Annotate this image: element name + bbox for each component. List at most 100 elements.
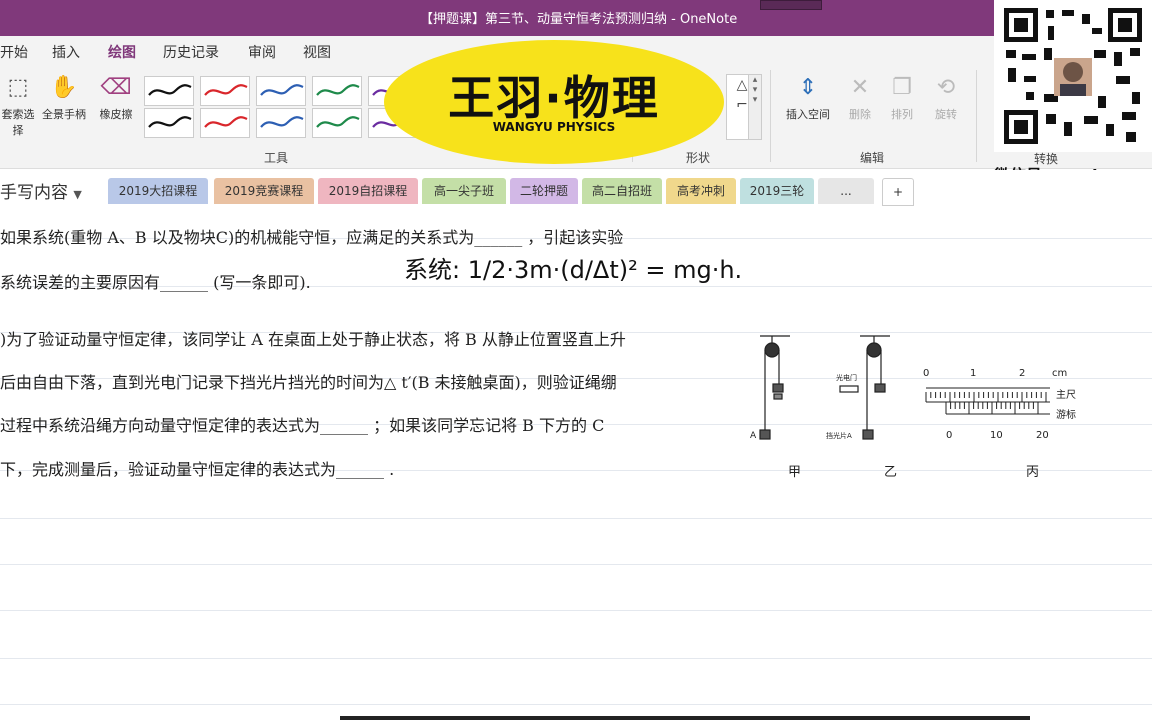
pen-stroke-icon	[316, 116, 360, 128]
lasso-select-button[interactable]: ⬚ 套索选择	[0, 74, 36, 138]
title-bar-handle[interactable]	[760, 0, 822, 10]
section-tab[interactable]: ...	[818, 178, 874, 204]
insert-space-icon: ⇕	[798, 75, 818, 100]
notebook-name: 手写内容	[0, 183, 68, 203]
delete-icon: ✕	[850, 75, 870, 100]
arrange-icon: ❐	[892, 75, 912, 100]
bottom-scroll-bar[interactable]	[340, 716, 1030, 720]
caliper-vernier-tick: 10	[990, 430, 1003, 441]
eraser-label: 橡皮擦	[99, 108, 133, 121]
chevron-down-icon: ▼	[73, 188, 82, 201]
section-tab[interactable]: 2019大招课程	[108, 178, 208, 204]
vernier-caliper	[925, 387, 1050, 415]
question-line: )为了验证动量守恒定律，该同学让 A 在桌面上处于静止状态，将 B 从静止位置竖…	[0, 330, 626, 349]
title-bar: 【押题课】第三节、动量守恒考法预测归纳 - OneNote	[0, 0, 1152, 36]
section-tab[interactable]: +	[882, 178, 914, 206]
label-shutter: 挡光片A	[826, 431, 852, 440]
rotate-button[interactable]: ⟲ 旋转	[926, 74, 966, 122]
brand-logo: 王羽·物理 WANGYU PHYSICS	[384, 40, 724, 164]
menu-draw[interactable]: 绘图	[108, 42, 136, 66]
qr-code	[994, 0, 1152, 152]
question-line: 如果系统(重物 A、B 以及物块C)的机械能守恒，应满足的关系式为______ …	[0, 228, 624, 247]
ribbon-separator	[770, 70, 771, 162]
figure-label-yi: 乙	[884, 465, 897, 480]
panning-hand-button[interactable]: ✋ 全景手柄	[38, 74, 90, 122]
caliper-main-tick: 0	[923, 368, 929, 379]
pen-swatch[interactable]	[144, 76, 194, 106]
label-a: A	[750, 431, 757, 441]
figure-label-jia: 甲	[788, 465, 801, 480]
pen-stroke-icon	[316, 84, 360, 96]
menu-home[interactable]: 开始	[0, 42, 28, 62]
lasso-icon: ⬚	[7, 75, 29, 100]
pulley-setup-a	[759, 335, 790, 440]
experiment-figure: A 光电门 挡光片A 0 1 2 cm 主尺 游标 0 10 20 甲 乙 丙	[750, 335, 1076, 480]
pen-swatch[interactable]	[200, 108, 250, 138]
question-line: 后由自由下落，直到光电门记录下挡光片挡光的时间为△ t′(B 未接触桌面)，则验…	[0, 373, 617, 392]
pen-swatch[interactable]	[312, 76, 362, 106]
logo-main-text: 王羽·物理	[448, 71, 660, 125]
qr-code-icon	[1002, 6, 1144, 146]
menu-review[interactable]: 审阅	[248, 42, 276, 62]
pen-swatch[interactable]	[256, 108, 306, 138]
shapes-gallery-scroll[interactable]: ▴ ▾ ▾	[748, 74, 762, 140]
caliper-vernier-tick: 0	[946, 430, 952, 441]
arrange-button[interactable]: ❐ 排列	[884, 74, 920, 122]
section-tab[interactable]: 2019三轮	[740, 178, 814, 204]
pen-swatch[interactable]	[312, 108, 362, 138]
menu-view[interactable]: 视图	[303, 42, 331, 62]
pen-swatch[interactable]	[200, 76, 250, 106]
figure-label-bing: 丙	[1026, 465, 1039, 480]
delete-button[interactable]: ✕ 删除	[842, 74, 878, 122]
delete-label: 删除	[849, 108, 871, 121]
eraser-icon: ⌫	[100, 75, 132, 100]
shapes-group-label: 形状	[686, 151, 711, 165]
notebook-selector[interactable]: 手写内容 ▼	[0, 178, 82, 203]
question-line: 过程中系统沿绳方向动量守恒定律的表达式为______ ；如果该同学忘记将 B 下…	[0, 416, 605, 435]
pen-stroke-icon	[148, 116, 192, 128]
pen-stroke-icon	[260, 84, 304, 96]
menu-insert[interactable]: 插入	[52, 42, 80, 62]
lasso-select-label: 套索选择	[1, 108, 35, 137]
pulley-setup-b	[839, 335, 890, 440]
pen-stroke-icon	[204, 116, 248, 128]
section-tab[interactable]: 二轮押题	[510, 178, 578, 204]
pen-stroke-icon	[260, 116, 304, 128]
question-line: 系统误差的主要原因有______ (写一条即可).	[0, 273, 311, 292]
pen-swatch[interactable]	[256, 76, 306, 106]
caliper-main-tick: 1	[970, 368, 976, 379]
handwritten-formula: 系统: 1/2·3m·(d/Δt)² = mg·h.	[404, 256, 743, 284]
rotate-icon: ⟲	[936, 75, 956, 100]
caliper-vernier-label: 游标	[1056, 408, 1076, 421]
section-tab[interactable]: 2019自招课程	[318, 178, 418, 204]
section-tab[interactable]: 高考冲刺	[666, 178, 736, 204]
insert-space-button[interactable]: ⇕ 插入空间	[780, 74, 836, 122]
menu-history[interactable]: 历史记录	[163, 42, 219, 62]
caliper-unit: cm	[1052, 368, 1067, 379]
section-tab[interactable]: 高二自招班	[582, 178, 662, 204]
edit-group-label: 编辑	[860, 151, 885, 165]
panning-hand-label: 全景手柄	[42, 108, 86, 121]
ruled-line	[0, 704, 1152, 705]
question-line: 下，完成测量后，验证动量守恒定律的表达式为______ .	[0, 460, 395, 479]
pen-stroke-icon	[148, 84, 192, 96]
caliper-main-label: 主尺	[1056, 389, 1076, 401]
arrange-label: 排列	[891, 108, 913, 121]
section-tab[interactable]: 高一尖子班	[422, 178, 506, 204]
label-photogate: 光电门	[836, 373, 857, 382]
eraser-button[interactable]: ⌫ 橡皮擦	[94, 74, 138, 122]
section-tab[interactable]: 2019竞赛课程	[214, 178, 314, 204]
pen-stroke-icon	[204, 84, 248, 96]
window-title: 【押题课】第三节、动量守恒考法预测归纳 - OneNote	[420, 12, 738, 27]
ribbon-separator	[976, 70, 977, 162]
hand-icon: ✋	[50, 75, 78, 100]
tools-group-label: 工具	[264, 151, 289, 165]
caliper-main-tick: 2	[1019, 368, 1025, 379]
insert-space-label: 插入空间	[786, 108, 830, 121]
pen-swatch[interactable]	[144, 108, 194, 138]
caliper-vernier-tick: 20	[1036, 430, 1049, 441]
ruled-line	[0, 658, 1152, 659]
rotate-label: 旋转	[935, 108, 957, 121]
ruled-line	[0, 610, 1152, 611]
logo-sub-text: WANGYU PHYSICS	[492, 120, 616, 134]
